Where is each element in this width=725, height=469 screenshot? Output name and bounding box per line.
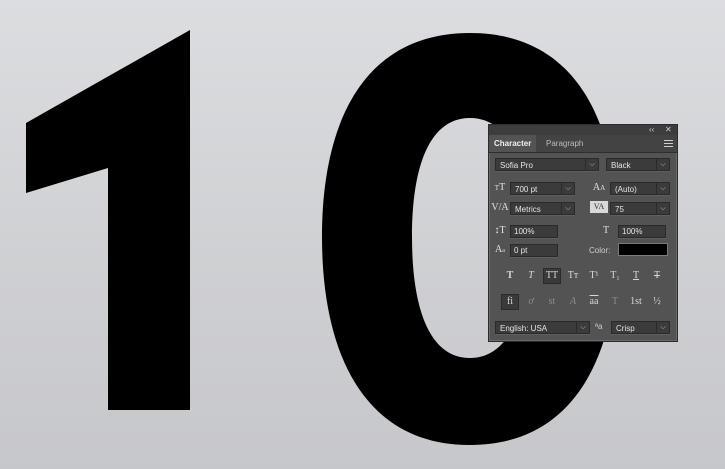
leading-dropdown[interactable]: (Auto) ⌵: [610, 182, 670, 195]
tracking-icon: VA: [590, 201, 608, 213]
kerning-icon: V/A: [491, 202, 509, 213]
color-label: Color:: [589, 246, 611, 255]
superscript-button[interactable]: T¹: [585, 268, 603, 284]
faux-italic-button[interactable]: T: [522, 268, 540, 284]
leading-value: (Auto): [615, 185, 637, 194]
underline-button[interactable]: T: [627, 268, 645, 284]
horizontal-scale-input[interactable]: 100%: [618, 225, 666, 238]
type-style-buttons: T T TT Tт T¹ T₁ T T: [501, 268, 671, 284]
collapse-icon[interactable]: ‹‹: [649, 125, 654, 135]
horizontal-scale-icon: T: [602, 225, 610, 236]
titling-alternates-button[interactable]: T: [606, 294, 624, 310]
opentype-buttons: fi ơ st A aa T 1st ½: [501, 294, 671, 310]
kerning-dropdown[interactable]: Metrics ⌵: [510, 202, 575, 215]
fractions-button[interactable]: ½: [648, 294, 666, 310]
baseline-shift-input[interactable]: 0 pt: [510, 244, 558, 257]
chevron-down-icon: ⌵: [656, 159, 669, 170]
panel-titlebar[interactable]: ‹‹ ✕: [489, 125, 677, 135]
discretionary-ligatures-button[interactable]: st: [543, 294, 561, 310]
antialias-icon: ªa: [595, 322, 603, 331]
tracking-value: 75: [615, 205, 624, 214]
panel-tabs: Character Paragraph: [489, 135, 677, 153]
chevron-down-icon: ⌵: [561, 203, 574, 214]
close-icon[interactable]: ✕: [665, 125, 672, 135]
canvas-text-value: 10: [0, 0, 2, 1]
language-dropdown[interactable]: English: USA ⌵: [495, 321, 590, 334]
font-size-value: 700 pt: [515, 185, 538, 194]
character-panel: ‹‹ ✕ Character Paragraph Sofia Pro ⌵ Bla…: [488, 124, 678, 342]
subscript-button[interactable]: T₁: [606, 268, 624, 284]
chevron-down-icon: ⌵: [656, 203, 669, 214]
panel-menu-icon[interactable]: [664, 138, 673, 147]
all-caps-button[interactable]: TT: [543, 268, 561, 284]
ligatures-button[interactable]: fi: [501, 294, 519, 310]
swash-button[interactable]: A: [564, 294, 582, 310]
tab-paragraph[interactable]: Paragraph: [541, 135, 588, 152]
faux-bold-button[interactable]: T: [501, 268, 519, 284]
chevron-down-icon: ⌵: [576, 322, 589, 333]
font-style-dropdown[interactable]: Black ⌵: [606, 158, 670, 171]
antialias-dropdown[interactable]: Crisp ⌵: [611, 321, 670, 334]
chevron-down-icon: ⌵: [561, 183, 574, 194]
baseline-shift-icon: Aa: [495, 244, 505, 255]
tracking-dropdown[interactable]: 75 ⌵: [610, 202, 670, 215]
font-size-dropdown[interactable]: 700 pt ⌵: [510, 182, 575, 195]
font-family-dropdown[interactable]: Sofia Pro ⌵: [495, 158, 599, 171]
chevron-down-icon: ⌵: [656, 322, 669, 333]
vertical-scale-input[interactable]: 100%: [510, 225, 558, 238]
tab-character[interactable]: Character: [489, 135, 537, 152]
old-style-button[interactable]: ơ: [522, 294, 540, 310]
stylistic-alternates-button[interactable]: aa: [585, 294, 603, 310]
chevron-down-icon: ⌵: [656, 183, 669, 194]
digit-one-shape: [26, 30, 190, 410]
vertical-scale-icon: ↕T: [494, 225, 506, 236]
font-style-value: Black: [611, 161, 631, 170]
chevron-down-icon: ⌵: [585, 159, 598, 170]
font-size-icon: TT: [494, 182, 506, 193]
leading-icon: AA: [592, 182, 606, 193]
language-value: English: USA: [500, 324, 548, 333]
ordinals-button[interactable]: 1st: [627, 294, 645, 310]
font-family-value: Sofia Pro: [500, 161, 533, 170]
text-color-swatch[interactable]: [618, 243, 668, 256]
kerning-value: Metrics: [515, 205, 541, 214]
strikethrough-button[interactable]: T: [648, 268, 666, 284]
antialias-value: Crisp: [616, 324, 635, 333]
small-caps-button[interactable]: Tт: [564, 268, 582, 284]
